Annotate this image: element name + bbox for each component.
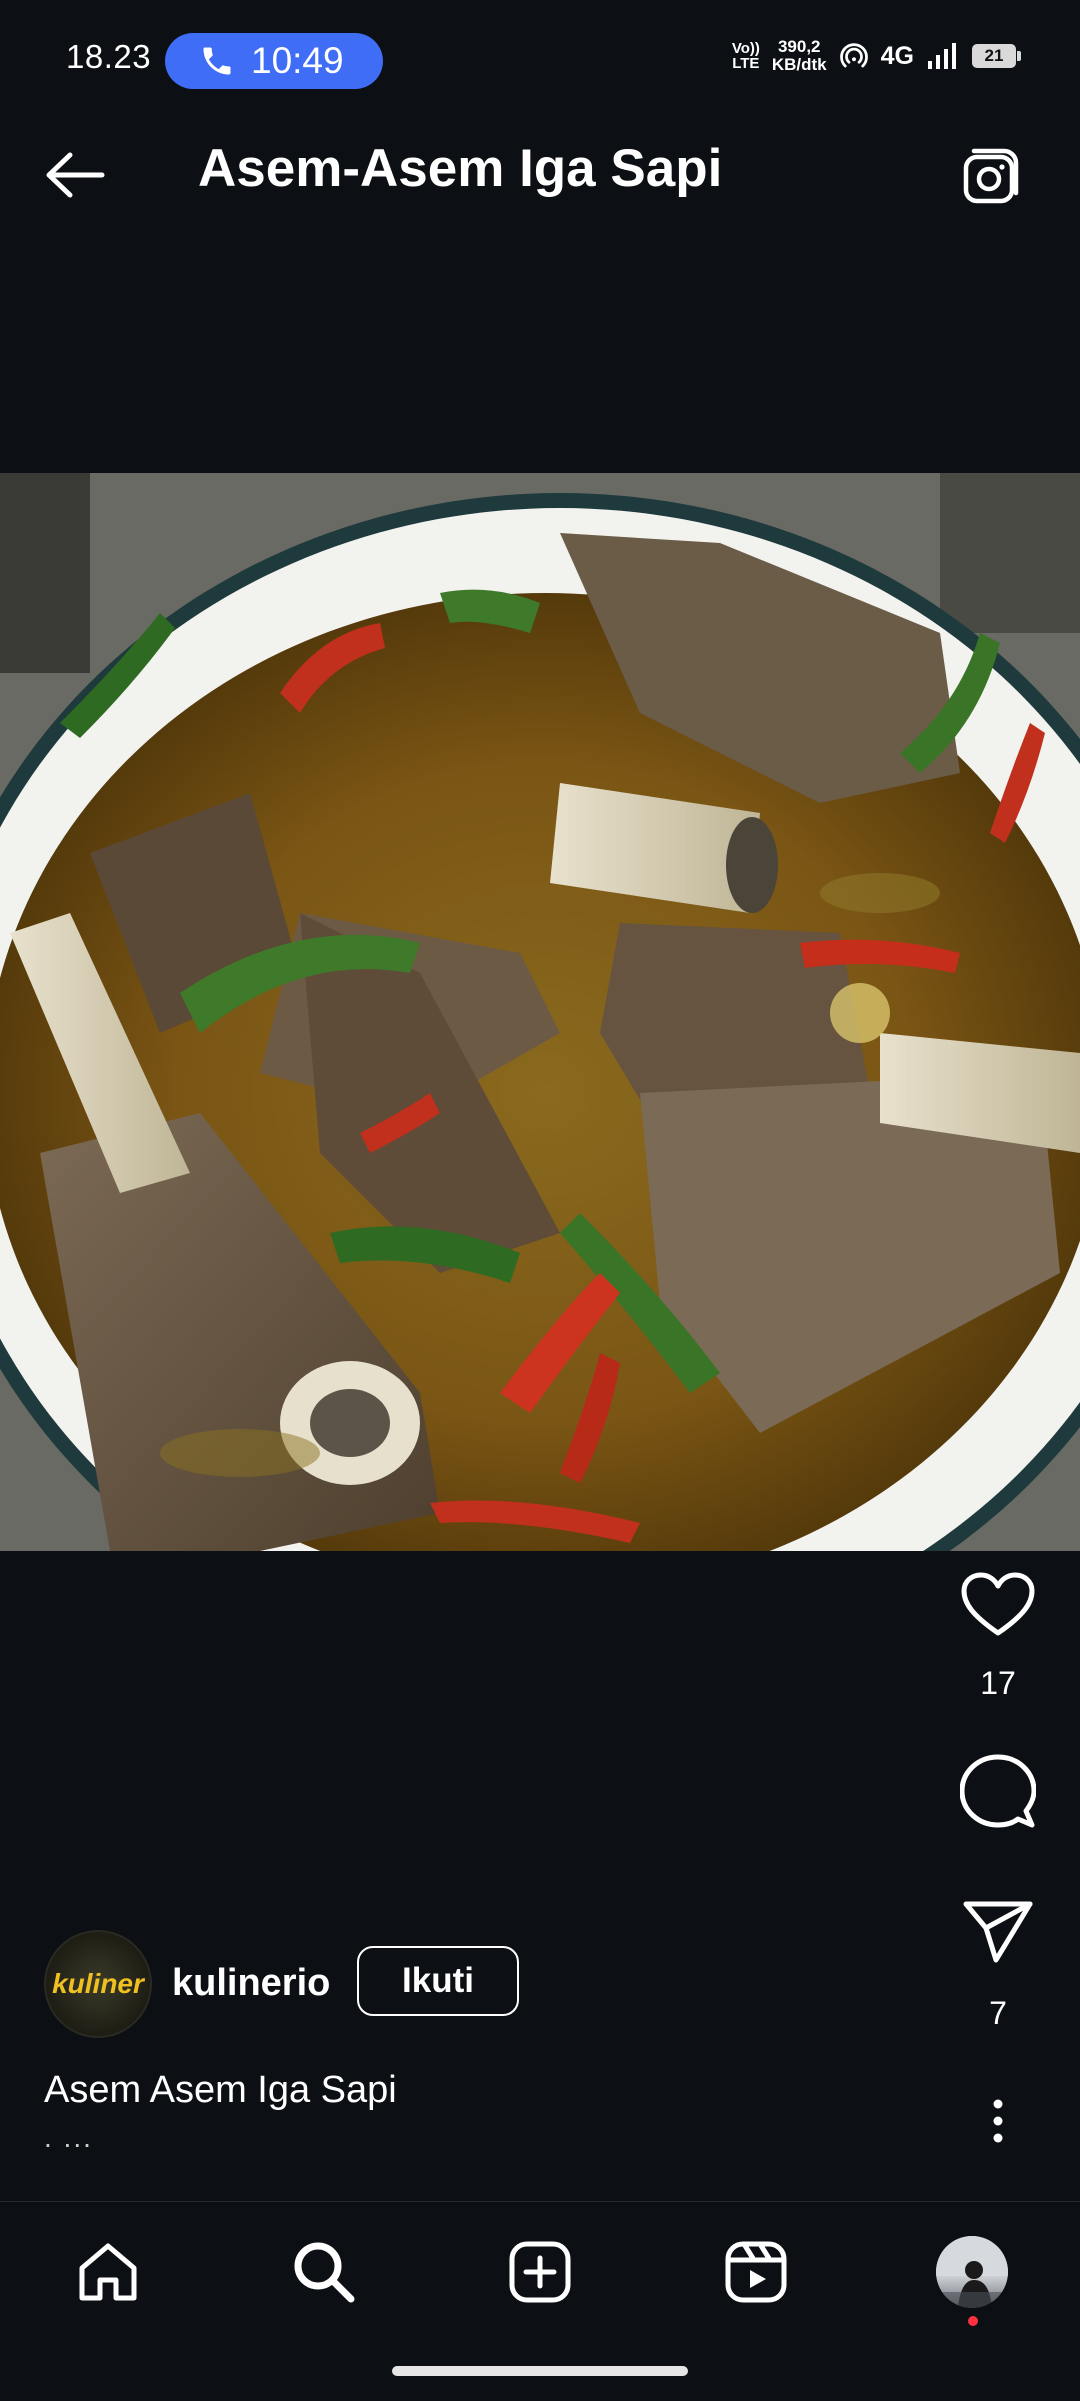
comment-icon	[960, 1754, 1036, 1828]
comment-button[interactable]	[955, 1748, 1041, 1834]
status-time: 18.23	[66, 38, 152, 75]
nav-home[interactable]	[68, 2232, 148, 2312]
profile-avatar	[936, 2236, 1008, 2308]
home-icon	[79, 2243, 137, 2301]
camera-icon	[963, 148, 1019, 204]
page-title: Asem-Asem Iga Sapi	[198, 139, 723, 198]
nav-profile[interactable]	[932, 2232, 1012, 2312]
avatar-logo-text: kuliner	[52, 1968, 144, 1999]
arrow-left-icon	[46, 152, 105, 198]
more-vertical-icon	[993, 2099, 1003, 2143]
like-button[interactable]	[955, 1565, 1041, 1645]
author-username[interactable]: kulinerio	[172, 1962, 330, 2005]
create-icon	[509, 2241, 571, 2303]
food-photo-illustration	[0, 473, 1080, 1551]
phone-icon	[203, 47, 231, 75]
nav-search[interactable]	[284, 2232, 364, 2312]
reels-icon	[725, 2241, 787, 2303]
search-icon	[294, 2242, 355, 2303]
profile-notification-dot	[968, 2316, 978, 2326]
nav-create[interactable]	[500, 2232, 580, 2312]
heart-icon	[961, 1572, 1035, 1636]
post-photo[interactable]	[0, 473, 1080, 1551]
home-indicator[interactable]	[392, 2366, 688, 2376]
volte-indicator: Vo)) LTE	[731, 40, 760, 72]
call-duration: 10:49	[251, 40, 344, 81]
signal-icon	[928, 43, 956, 69]
camera-button[interactable]	[955, 138, 1031, 214]
hotspot-icon	[839, 43, 868, 68]
nav-reels[interactable]	[716, 2232, 796, 2312]
caption-more-link[interactable]: . ...	[44, 2122, 93, 2154]
author-avatar[interactable]: kuliner	[44, 1930, 152, 2038]
back-button[interactable]	[40, 140, 110, 210]
network-type: 4G	[880, 41, 914, 70]
like-count: 17	[980, 1665, 1016, 1701]
send-icon	[963, 1901, 1033, 1963]
network-speed: 390,2 KB/dtk	[771, 37, 827, 74]
share-button[interactable]	[955, 1893, 1041, 1973]
follow-button[interactable]: Ikuti	[357, 1946, 519, 2016]
ongoing-call-pill[interactable]: 10:49	[165, 33, 383, 89]
post-caption: Asem Asem Iga Sapi	[44, 2069, 397, 2111]
battery-indicator: 21	[972, 44, 1021, 68]
status-indicators: Vo)) LTE 390,2 KB/dtk 4G 21	[731, 37, 1021, 74]
share-count: 7	[989, 1995, 1007, 2031]
more-options-button[interactable]	[975, 2088, 1021, 2154]
